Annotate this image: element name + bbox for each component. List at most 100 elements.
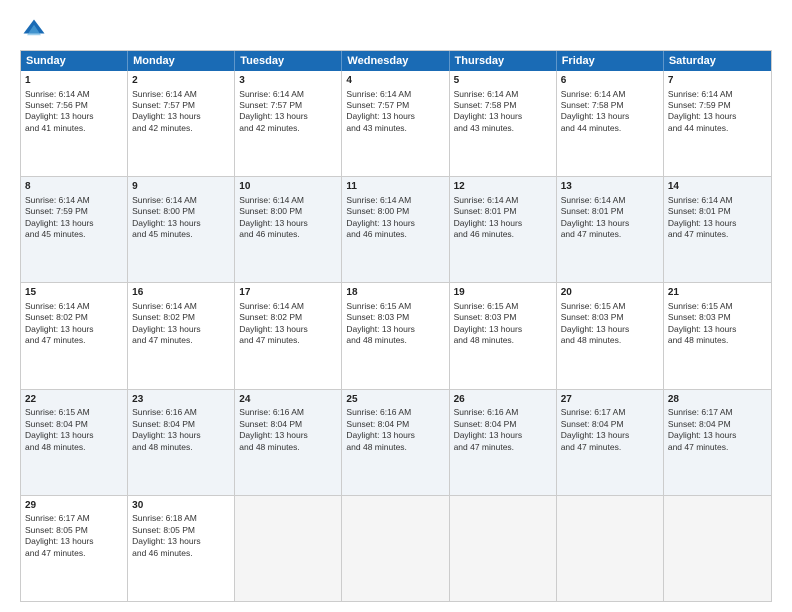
calendar-cell: 7Sunrise: 6:14 AMSunset: 7:59 PMDaylight… bbox=[664, 71, 771, 176]
day-number: 21 bbox=[668, 286, 767, 300]
calendar-cell: 3Sunrise: 6:14 AMSunset: 7:57 PMDaylight… bbox=[235, 71, 342, 176]
cell-info: Sunrise: 6:14 AM bbox=[346, 195, 444, 206]
cell-info: and 47 minutes. bbox=[561, 229, 659, 240]
calendar-cell: 26Sunrise: 6:16 AMSunset: 8:04 PMDayligh… bbox=[450, 390, 557, 495]
calendar-cell: 30Sunrise: 6:18 AMSunset: 8:05 PMDayligh… bbox=[128, 496, 235, 601]
calendar-cell bbox=[342, 496, 449, 601]
day-number: 25 bbox=[346, 393, 444, 407]
cell-info: Daylight: 13 hours bbox=[346, 218, 444, 229]
cell-info: and 42 minutes. bbox=[239, 123, 337, 134]
cell-info: Sunrise: 6:15 AM bbox=[346, 301, 444, 312]
calendar-cell: 17Sunrise: 6:14 AMSunset: 8:02 PMDayligh… bbox=[235, 283, 342, 388]
calendar-row: 1Sunrise: 6:14 AMSunset: 7:56 PMDaylight… bbox=[21, 71, 771, 176]
cell-info: and 47 minutes. bbox=[668, 442, 767, 453]
cell-info: Sunrise: 6:17 AM bbox=[561, 407, 659, 418]
cell-info: Sunrise: 6:16 AM bbox=[239, 407, 337, 418]
day-number: 4 bbox=[346, 74, 444, 88]
cell-info: Sunset: 8:02 PM bbox=[239, 312, 337, 323]
cell-info: Sunset: 7:57 PM bbox=[239, 100, 337, 111]
cell-info: Sunset: 8:04 PM bbox=[346, 419, 444, 430]
cell-info: and 47 minutes. bbox=[25, 548, 123, 559]
day-number: 23 bbox=[132, 393, 230, 407]
day-number: 20 bbox=[561, 286, 659, 300]
cell-info: Sunset: 7:59 PM bbox=[25, 206, 123, 217]
cell-info: and 47 minutes. bbox=[561, 442, 659, 453]
cell-info: Sunset: 8:03 PM bbox=[454, 312, 552, 323]
header-wednesday: Wednesday bbox=[342, 51, 449, 71]
cell-info: and 42 minutes. bbox=[132, 123, 230, 134]
cell-info: Daylight: 13 hours bbox=[561, 430, 659, 441]
calendar-cell: 16Sunrise: 6:14 AMSunset: 8:02 PMDayligh… bbox=[128, 283, 235, 388]
day-number: 9 bbox=[132, 180, 230, 194]
cell-info: Sunset: 8:00 PM bbox=[239, 206, 337, 217]
cell-info: Daylight: 13 hours bbox=[454, 324, 552, 335]
cell-info: Daylight: 13 hours bbox=[346, 111, 444, 122]
cell-info: Sunset: 8:05 PM bbox=[132, 525, 230, 536]
cell-info: and 48 minutes. bbox=[454, 335, 552, 346]
cell-info: Daylight: 13 hours bbox=[668, 324, 767, 335]
cell-info: and 43 minutes. bbox=[454, 123, 552, 134]
cell-info: Sunset: 8:04 PM bbox=[454, 419, 552, 430]
cell-info: Daylight: 13 hours bbox=[346, 430, 444, 441]
cell-info: Sunset: 7:59 PM bbox=[668, 100, 767, 111]
cell-info: Sunrise: 6:16 AM bbox=[346, 407, 444, 418]
cell-info: and 46 minutes. bbox=[132, 548, 230, 559]
day-number: 27 bbox=[561, 393, 659, 407]
calendar-cell bbox=[235, 496, 342, 601]
calendar-cell: 11Sunrise: 6:14 AMSunset: 8:00 PMDayligh… bbox=[342, 177, 449, 282]
cell-info: Sunset: 8:00 PM bbox=[132, 206, 230, 217]
cell-info: Daylight: 13 hours bbox=[132, 218, 230, 229]
cell-info: Sunrise: 6:18 AM bbox=[132, 513, 230, 524]
cell-info: Sunrise: 6:15 AM bbox=[561, 301, 659, 312]
cell-info: Daylight: 13 hours bbox=[668, 430, 767, 441]
cell-info: Sunset: 8:04 PM bbox=[132, 419, 230, 430]
cell-info: Sunset: 8:04 PM bbox=[25, 419, 123, 430]
calendar-cell: 8Sunrise: 6:14 AMSunset: 7:59 PMDaylight… bbox=[21, 177, 128, 282]
cell-info: Daylight: 13 hours bbox=[561, 111, 659, 122]
calendar-cell: 13Sunrise: 6:14 AMSunset: 8:01 PMDayligh… bbox=[557, 177, 664, 282]
cell-info: Sunset: 8:03 PM bbox=[561, 312, 659, 323]
cell-info: Daylight: 13 hours bbox=[25, 218, 123, 229]
cell-info: and 48 minutes. bbox=[561, 335, 659, 346]
calendar-cell: 23Sunrise: 6:16 AMSunset: 8:04 PMDayligh… bbox=[128, 390, 235, 495]
calendar-body: 1Sunrise: 6:14 AMSunset: 7:56 PMDaylight… bbox=[21, 71, 771, 601]
cell-info: Daylight: 13 hours bbox=[25, 536, 123, 547]
cell-info: Daylight: 13 hours bbox=[25, 324, 123, 335]
cell-info: Sunset: 7:58 PM bbox=[561, 100, 659, 111]
calendar-row: 29Sunrise: 6:17 AMSunset: 8:05 PMDayligh… bbox=[21, 495, 771, 601]
calendar-cell: 14Sunrise: 6:14 AMSunset: 8:01 PMDayligh… bbox=[664, 177, 771, 282]
calendar-header: Sunday Monday Tuesday Wednesday Thursday… bbox=[21, 51, 771, 71]
calendar-row: 8Sunrise: 6:14 AMSunset: 7:59 PMDaylight… bbox=[21, 176, 771, 282]
cell-info: Sunset: 8:03 PM bbox=[668, 312, 767, 323]
day-number: 22 bbox=[25, 393, 123, 407]
cell-info: and 48 minutes. bbox=[25, 442, 123, 453]
cell-info: and 48 minutes. bbox=[239, 442, 337, 453]
calendar-cell: 29Sunrise: 6:17 AMSunset: 8:05 PMDayligh… bbox=[21, 496, 128, 601]
cell-info: Sunset: 8:01 PM bbox=[668, 206, 767, 217]
cell-info: Sunrise: 6:16 AM bbox=[132, 407, 230, 418]
cell-info: Sunset: 8:03 PM bbox=[346, 312, 444, 323]
calendar-row: 22Sunrise: 6:15 AMSunset: 8:04 PMDayligh… bbox=[21, 389, 771, 495]
header-sunday: Sunday bbox=[21, 51, 128, 71]
cell-info: Sunset: 8:05 PM bbox=[25, 525, 123, 536]
cell-info: Sunrise: 6:15 AM bbox=[25, 407, 123, 418]
cell-info: Sunset: 8:04 PM bbox=[668, 419, 767, 430]
calendar-cell: 5Sunrise: 6:14 AMSunset: 7:58 PMDaylight… bbox=[450, 71, 557, 176]
cell-info: Sunset: 8:04 PM bbox=[239, 419, 337, 430]
cell-info: Sunset: 7:56 PM bbox=[25, 100, 123, 111]
cell-info: and 47 minutes. bbox=[454, 442, 552, 453]
cell-info: Daylight: 13 hours bbox=[132, 430, 230, 441]
cell-info: Daylight: 13 hours bbox=[239, 111, 337, 122]
header-saturday: Saturday bbox=[664, 51, 771, 71]
day-number: 30 bbox=[132, 499, 230, 513]
day-number: 7 bbox=[668, 74, 767, 88]
cell-info: Sunset: 8:00 PM bbox=[346, 206, 444, 217]
cell-info: Sunrise: 6:14 AM bbox=[561, 195, 659, 206]
calendar-cell: 22Sunrise: 6:15 AMSunset: 8:04 PMDayligh… bbox=[21, 390, 128, 495]
calendar-cell bbox=[450, 496, 557, 601]
cell-info: Sunrise: 6:14 AM bbox=[239, 89, 337, 100]
calendar-cell: 27Sunrise: 6:17 AMSunset: 8:04 PMDayligh… bbox=[557, 390, 664, 495]
calendar-row: 15Sunrise: 6:14 AMSunset: 8:02 PMDayligh… bbox=[21, 282, 771, 388]
calendar: Sunday Monday Tuesday Wednesday Thursday… bbox=[20, 50, 772, 602]
day-number: 10 bbox=[239, 180, 337, 194]
